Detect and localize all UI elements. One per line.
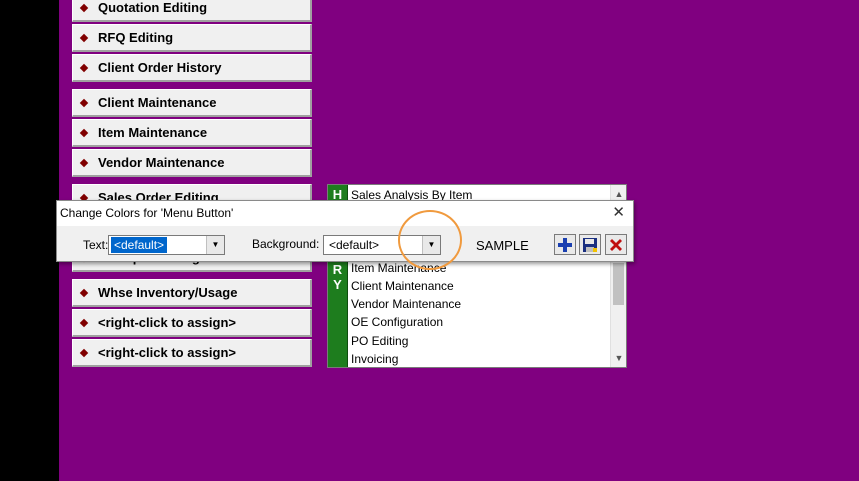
menu-button-label: <right-click to assign> [98, 345, 236, 360]
dialog-title-bar: Change Colors for 'Menu Button' ✕ [57, 201, 633, 226]
menu-button-unassigned-2[interactable]: <right-click to assign> [72, 339, 312, 367]
list-item[interactable]: OE Configuration [351, 313, 443, 331]
menu-button-unassigned-1[interactable]: <right-click to assign> [72, 309, 312, 337]
menu-button-label: Whse Inventory/Usage [98, 285, 238, 300]
menu-button-client-maintenance[interactable]: Client Maintenance [72, 89, 312, 117]
dialog-title: Change Colors for 'Menu Button' [60, 206, 234, 220]
diamond-bullet-icon [79, 288, 89, 297]
close-icon[interactable]: ✕ [612, 202, 625, 224]
diamond-bullet-icon [79, 158, 89, 167]
diamond-bullet-icon [79, 98, 89, 107]
delete-button[interactable] [605, 234, 627, 255]
text-color-value: <default> [109, 236, 169, 254]
history-tab-letter: Y [333, 277, 342, 292]
menu-button-whse-inventory-usage[interactable]: Whse Inventory/Usage [72, 279, 312, 307]
list-item[interactable]: PO Editing [351, 332, 408, 350]
menu-button-label: Vendor Maintenance [98, 155, 225, 170]
plus-icon [558, 237, 572, 252]
diamond-bullet-icon [79, 33, 89, 42]
sample-preview: SAMPLE [476, 238, 529, 253]
diamond-bullet-icon [79, 318, 89, 327]
scroll-thumb[interactable] [613, 263, 624, 305]
text-color-label: Text: [83, 238, 109, 252]
list-item[interactable]: Invoicing [351, 350, 398, 368]
chevron-down-icon[interactable]: ▼ [206, 236, 224, 254]
menu-button-rfq-editing[interactable]: RFQ Editing [72, 24, 312, 52]
menu-button-label: Quotation Editing [98, 0, 208, 15]
change-colors-dialog: Change Colors for 'Menu Button' ✕ Text: … [56, 200, 634, 262]
menu-button-quotation-editing[interactable]: Quotation Editing [72, 0, 312, 22]
background-color-label: Background: [252, 237, 320, 251]
menu-button-label: RFQ Editing [98, 30, 174, 45]
diamond-bullet-icon [79, 348, 89, 357]
menu-button-label: Item Maintenance [98, 125, 208, 140]
chevron-down-icon[interactable]: ▼ [422, 236, 440, 254]
background-color-select[interactable]: <default> ▼ [323, 235, 441, 255]
text-color-select[interactable]: <default> ▼ [108, 235, 225, 255]
menu-button-label: Client Order History [98, 60, 222, 75]
menu-button-label: <right-click to assign> [98, 315, 236, 330]
history-tab-letter: R [332, 262, 343, 277]
delete-icon [610, 238, 622, 251]
menu-button-vendor-maintenance[interactable]: Vendor Maintenance [72, 149, 312, 177]
list-item[interactable]: Client Maintenance [351, 277, 454, 295]
add-button[interactable] [554, 234, 576, 255]
diamond-bullet-icon [79, 128, 89, 137]
save-button[interactable] [579, 234, 601, 255]
list-item[interactable]: Vendor Maintenance [351, 295, 461, 313]
diamond-bullet-icon [79, 3, 89, 12]
menu-button-client-order-history[interactable]: Client Order History [72, 54, 312, 82]
menu-button-item-maintenance[interactable]: Item Maintenance [72, 119, 312, 147]
menu-button-label: Client Maintenance [98, 95, 217, 110]
background-color-value: <default> [329, 238, 380, 252]
scroll-down-icon[interactable]: ▼ [611, 350, 627, 366]
diamond-bullet-icon [79, 63, 89, 72]
left-black-strip [0, 0, 59, 481]
save-icon [583, 237, 597, 252]
